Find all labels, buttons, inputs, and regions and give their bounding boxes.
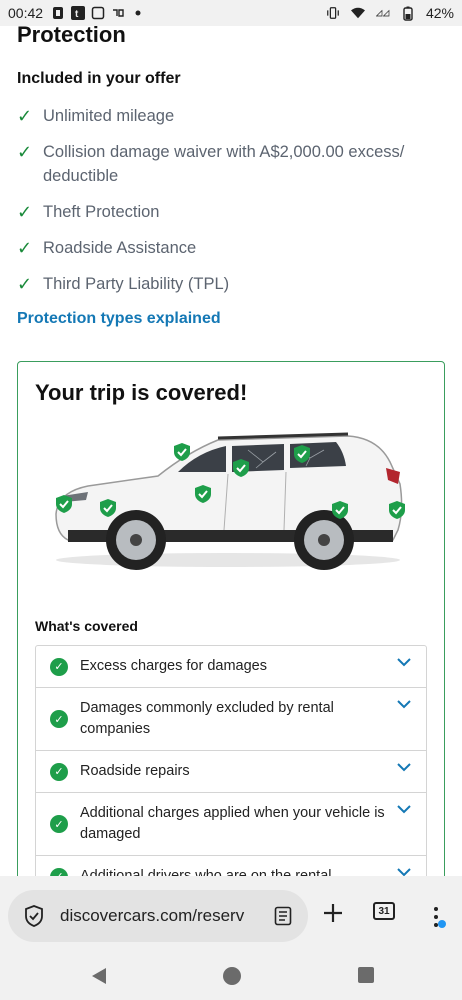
offer-item: ✓ Theft Protection: [17, 200, 437, 224]
shield-check-icon: [195, 485, 211, 503]
covered-item[interactable]: ✓ Additional charges applied when your v…: [36, 793, 426, 856]
reader-mode-icon[interactable]: [272, 905, 294, 927]
address-bar[interactable]: discovercars.com/reserv: [8, 890, 308, 942]
battery-icon: [401, 6, 415, 21]
coverage-card: Your trip is covered! What's covered ✓ E…: [17, 361, 445, 890]
shield-check-icon: [100, 499, 116, 517]
chevron-down-icon[interactable]: [394, 763, 414, 772]
recents-icon[interactable]: [357, 966, 375, 984]
covered-item-label: Roadside repairs: [80, 763, 190, 779]
check-circle-icon: ✓: [50, 710, 68, 728]
menu-button[interactable]: [428, 906, 446, 930]
offer-item: ✓ Roadside Assistance: [17, 236, 437, 260]
offer-item-label: Theft Protection: [43, 203, 160, 221]
offer-item-label: Unlimited mileage: [43, 107, 175, 125]
system-nav-bar: [0, 956, 462, 1000]
card-title: Your trip is covered!: [35, 380, 248, 405]
covered-item[interactable]: ✓ Excess charges for damages: [36, 646, 426, 688]
check-icon: ✓: [17, 274, 33, 294]
chevron-down-icon[interactable]: [394, 658, 414, 667]
screen-icon: [91, 6, 105, 20]
tumblr-icon: t: [71, 6, 86, 20]
status-bar: 00:42 t 42%: [0, 0, 462, 26]
shield-check-icon: [294, 445, 310, 463]
check-icon: ✓: [17, 202, 33, 222]
offer-item: ✓ Unlimited mileage: [17, 104, 437, 128]
covered-item[interactable]: ✓ Roadside repairs: [36, 751, 426, 793]
chevron-down-icon[interactable]: [394, 805, 414, 814]
shield-check-icon: [56, 495, 72, 513]
notification-icon: [51, 6, 65, 20]
car-illustration: [48, 422, 408, 572]
covered-list: ✓ Excess charges for damages ✓ Damages c…: [35, 645, 427, 890]
home-icon[interactable]: [222, 966, 242, 986]
offer-item: ✓ Collision damage waiver with A$2,000.0…: [17, 140, 437, 188]
offer-item: ✓ Third Party Liability (TPL): [17, 272, 437, 296]
signal-icon: [375, 6, 390, 20]
offer-item-label: Collision damage waiver with A$2,000.00 …: [43, 143, 405, 185]
app-icon: [111, 6, 125, 20]
check-icon: ✓: [17, 238, 33, 258]
chevron-down-icon[interactable]: [394, 700, 414, 709]
covered-item[interactable]: ✓ Damages commonly excluded by rental co…: [36, 688, 426, 751]
wifi-icon: [350, 6, 365, 20]
offer-list: ✓ Unlimited mileage ✓ Collision damage w…: [17, 104, 437, 308]
new-tab-button[interactable]: [322, 902, 344, 924]
site-security-icon[interactable]: [22, 904, 46, 928]
page-title: Protection: [17, 26, 126, 47]
covered-heading: What's covered: [35, 618, 138, 634]
offer-item-label: Roadside Assistance: [43, 239, 197, 257]
shield-check-icon: [389, 501, 405, 519]
url-text[interactable]: discovercars.com/reserv: [60, 906, 260, 926]
tab-count: 31: [373, 902, 395, 920]
shield-check-icon: [233, 459, 249, 477]
check-circle-icon: ✓: [50, 762, 68, 781]
dot-icon: [131, 6, 145, 20]
back-icon[interactable]: [90, 966, 108, 986]
tabs-button[interactable]: 31: [373, 902, 395, 920]
check-icon: ✓: [17, 106, 33, 126]
browser-toolbar: discovercars.com/reserv 31: [0, 876, 462, 956]
status-time: 00:42: [8, 5, 44, 21]
page-content: Protection Included in your offer ✓ Unli…: [0, 26, 462, 890]
shield-check-icon: [332, 501, 348, 519]
battery-percent: 42%: [425, 5, 454, 21]
check-circle-icon: ✓: [50, 657, 68, 676]
protection-types-link[interactable]: Protection types explained: [17, 310, 221, 328]
covered-item-label: Excess charges for damages: [80, 658, 267, 674]
covered-item-label: Additional charges applied when your veh…: [80, 805, 385, 842]
check-circle-icon: ✓: [50, 815, 68, 833]
shield-check-icon: [174, 443, 190, 461]
offer-heading: Included in your offer: [17, 70, 181, 87]
covered-item-label: Damages commonly excluded by rental comp…: [80, 700, 334, 737]
offer-item-label: Third Party Liability (TPL): [43, 275, 230, 293]
vibrate-icon: [326, 6, 340, 20]
check-icon: ✓: [17, 142, 33, 162]
